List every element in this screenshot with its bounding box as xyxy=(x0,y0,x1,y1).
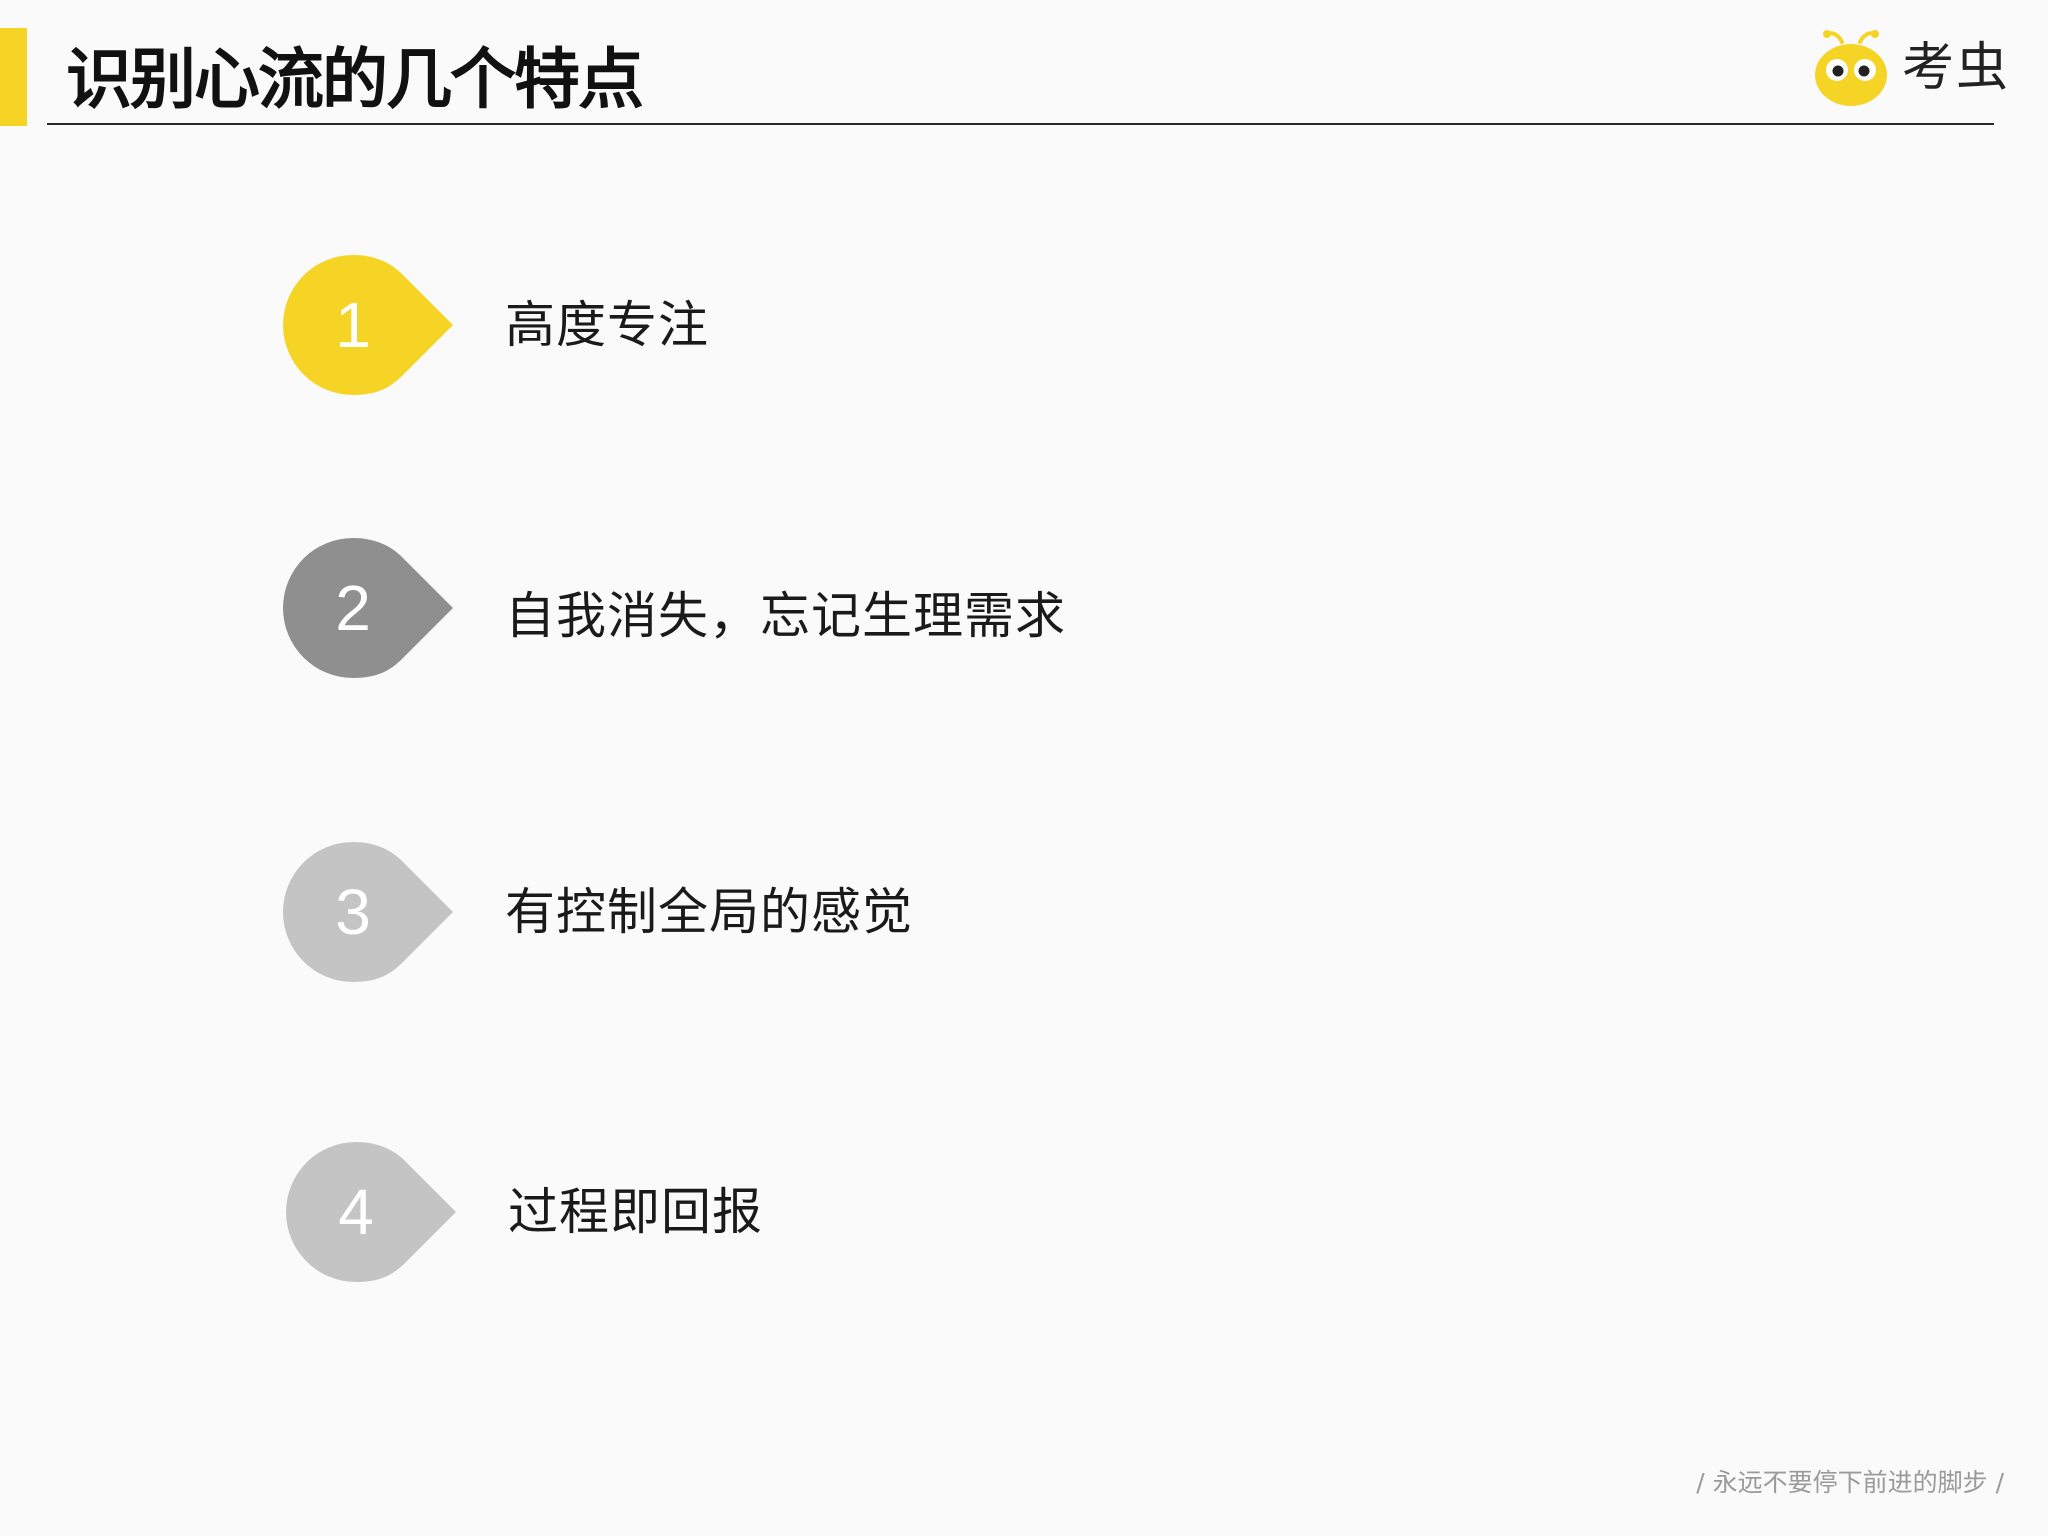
feature-item-4: 4 过程即回报 xyxy=(283,1137,1583,1287)
feature-item-3: 3 有控制全局的感觉 xyxy=(280,837,1580,987)
step-badge: 1 xyxy=(280,250,460,400)
feature-item-1: 1 高度专注 xyxy=(280,250,1580,400)
step-badge: 3 xyxy=(280,837,460,987)
step-number: 4 xyxy=(338,1176,374,1248)
step-label: 高度专注 xyxy=(505,296,709,354)
title-accent-bar xyxy=(0,28,27,126)
bug-mascot-icon xyxy=(1815,30,1887,106)
step-badge: 4 xyxy=(283,1137,463,1287)
step-badge: 2 xyxy=(280,533,460,683)
step-number: 2 xyxy=(335,572,371,644)
footer-slogan: / 永远不要停下前进的脚步 / xyxy=(1696,1468,2004,1497)
step-label: 过程即回报 xyxy=(508,1183,763,1241)
page-title: 识别心流的几个特点 xyxy=(66,41,644,118)
brand-logo: 考虫 xyxy=(1812,28,2010,108)
step-number: 3 xyxy=(335,876,371,948)
brand-logo-text: 考虫 xyxy=(1902,38,2011,98)
feature-item-2: 2 自我消失，忘记生理需求 xyxy=(280,533,1580,683)
step-label: 自我消失，忘记生理需求 xyxy=(505,587,1066,645)
title-divider xyxy=(47,123,1994,125)
step-label: 有控制全局的感觉 xyxy=(505,883,913,941)
step-number: 1 xyxy=(335,289,371,361)
